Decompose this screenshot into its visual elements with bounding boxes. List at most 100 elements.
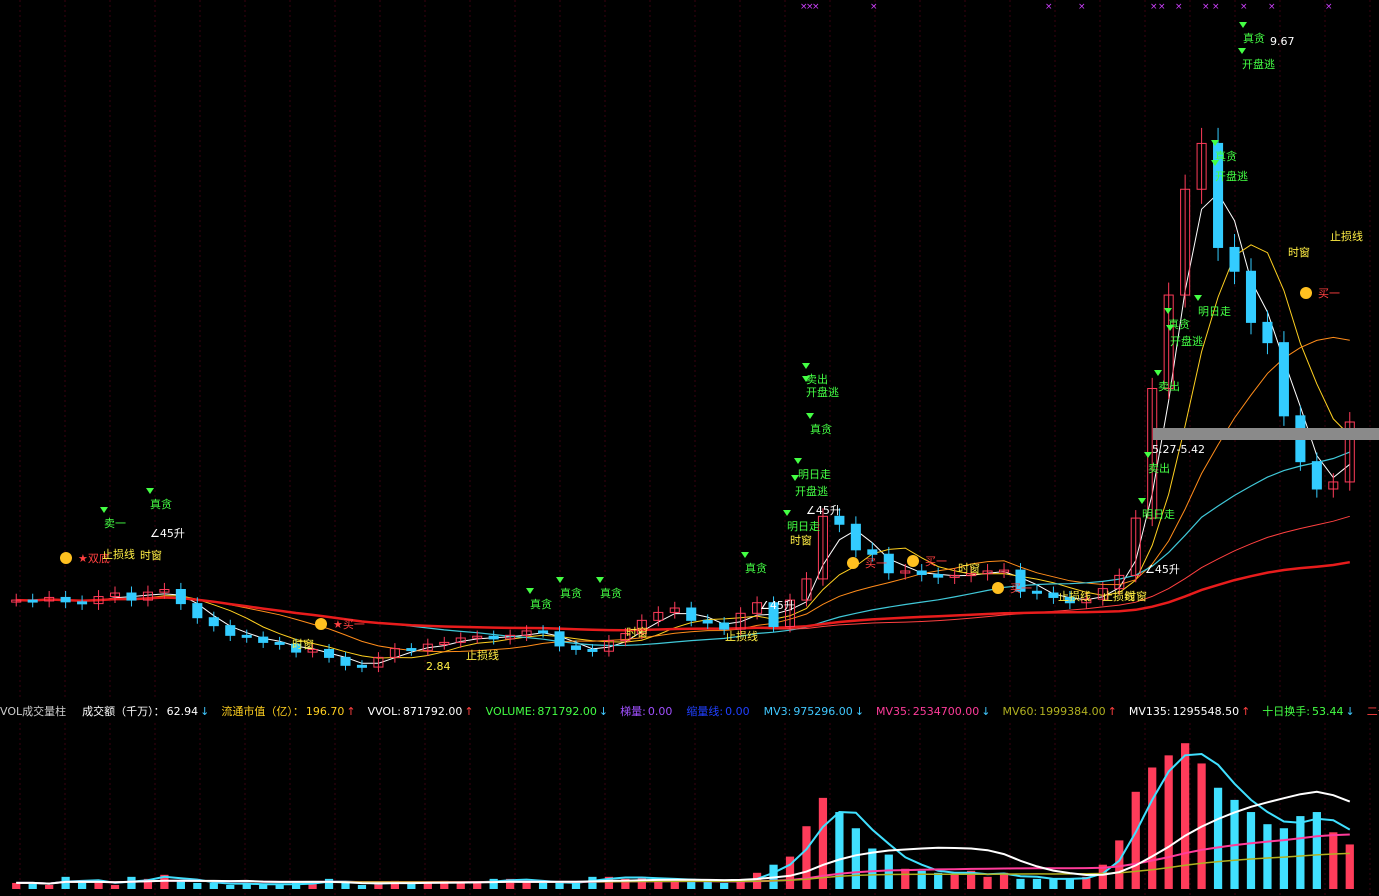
volume-bar[interactable] — [324, 878, 334, 889]
candle[interactable] — [77, 601, 88, 605]
volume-bar[interactable] — [1246, 812, 1256, 889]
candle[interactable] — [1311, 461, 1322, 490]
volume-bar[interactable] — [1065, 878, 1075, 889]
volume-bar[interactable] — [555, 882, 564, 889]
ma-orange-line — [16, 336, 1350, 653]
candle[interactable] — [208, 617, 219, 627]
candle[interactable] — [1245, 270, 1257, 323]
signal-label: 卖出 — [1148, 461, 1170, 475]
candle[interactable] — [225, 625, 236, 636]
candle[interactable] — [850, 523, 861, 551]
candle[interactable] — [175, 589, 186, 605]
sell-arrow-icon — [741, 552, 749, 558]
volume-bar[interactable] — [1131, 791, 1140, 889]
coin-icon — [1300, 287, 1312, 299]
volume-bar[interactable] — [357, 884, 367, 889]
candle[interactable] — [1048, 592, 1059, 598]
signal-label: 时窗 — [626, 625, 648, 639]
candle[interactable] — [686, 607, 697, 621]
volume-bar[interactable] — [950, 874, 959, 889]
volume-bar[interactable] — [209, 882, 218, 889]
volume-bar[interactable] — [94, 882, 103, 889]
volume-bar[interactable] — [456, 882, 465, 889]
volume-bar[interactable] — [1181, 743, 1190, 889]
candle[interactable] — [27, 599, 38, 603]
candle[interactable] — [192, 603, 203, 619]
volume-bar[interactable] — [999, 872, 1009, 889]
volume-chart-panel[interactable] — [0, 723, 1379, 895]
indicator-item: 流通市值（亿）： 196.70 ↑ — [221, 701, 357, 723]
volume-bar[interactable] — [901, 868, 910, 889]
volume-bar[interactable] — [1049, 878, 1058, 889]
volume-bar[interactable] — [835, 812, 844, 889]
volume-bar[interactable] — [538, 882, 548, 889]
volume-bar[interactable] — [868, 848, 877, 890]
candle[interactable] — [258, 636, 269, 643]
volume-bar[interactable] — [1148, 767, 1157, 890]
candle[interactable] — [702, 619, 713, 624]
volume-bar[interactable] — [259, 884, 268, 889]
volume-bar[interactable] — [1345, 844, 1354, 889]
volume-bar[interactable] — [1263, 824, 1272, 889]
candle[interactable] — [406, 648, 417, 652]
volume-bar[interactable] — [637, 876, 646, 889]
volume-bar[interactable] — [588, 876, 597, 889]
candle[interactable] — [340, 656, 351, 666]
candle[interactable] — [867, 549, 878, 555]
indicator-item: 十日换手: 53.44 ↓ — [1262, 701, 1356, 723]
candle[interactable] — [1278, 342, 1289, 417]
volume-bar[interactable] — [1016, 878, 1025, 889]
volume-bar[interactable] — [45, 884, 54, 889]
volume-bar[interactable] — [341, 882, 350, 889]
volume-bar[interactable] — [884, 854, 893, 889]
volume-bar[interactable] — [127, 876, 136, 889]
volume-bar[interactable] — [226, 884, 235, 889]
signal-label: 时窗 — [958, 561, 980, 575]
volume-bar[interactable] — [934, 872, 943, 889]
candle[interactable] — [274, 641, 285, 645]
volume-bar[interactable] — [983, 876, 992, 889]
volume-bar[interactable] — [473, 882, 482, 889]
candle[interactable] — [834, 515, 845, 525]
candle[interactable] — [60, 596, 71, 603]
volume-bar[interactable] — [110, 884, 120, 889]
candle[interactable] — [1229, 246, 1240, 272]
candle[interactable] — [1031, 590, 1042, 594]
candle[interactable] — [916, 570, 927, 576]
signal-label: ∠45升 — [1145, 563, 1180, 576]
signal-label: ∠45升 — [760, 599, 795, 612]
candle[interactable] — [126, 592, 137, 601]
volume-bar[interactable] — [1296, 816, 1305, 889]
top-marker: × — [1325, 2, 1333, 12]
volume-bar[interactable] — [1329, 832, 1338, 889]
volume-bar[interactable] — [1032, 878, 1042, 889]
candle[interactable] — [719, 622, 730, 630]
signal-label: 止损线 — [466, 648, 499, 662]
candle[interactable] — [356, 664, 367, 668]
price-chart-panel[interactable]: ××× × × × × × × × × × × ×卖一真贪∠45升★双底止损线 时窗时窗★买一2.84止… — [0, 0, 1379, 700]
volume-bar[interactable] — [1115, 840, 1124, 889]
volume-bar[interactable] — [917, 870, 926, 889]
volume-bar[interactable] — [275, 884, 284, 889]
volume-bar[interactable] — [193, 882, 202, 889]
volume-bar[interactable] — [1312, 812, 1321, 889]
volume-bar[interactable] — [176, 880, 185, 889]
volume-bar[interactable] — [720, 882, 729, 889]
candle[interactable] — [324, 648, 335, 658]
signal-label: 明日走 — [1142, 508, 1175, 521]
volume-bar[interactable] — [851, 828, 860, 889]
volume-bar[interactable] — [1213, 787, 1223, 889]
candle[interactable] — [1262, 321, 1273, 344]
candle[interactable] — [241, 634, 252, 638]
candle[interactable] — [933, 574, 944, 578]
candle[interactable] — [538, 630, 549, 634]
indicator-label: MV3: — [763, 705, 792, 718]
candle[interactable] — [587, 648, 598, 652]
volume-bar[interactable] — [1279, 828, 1289, 889]
sell-arrow-icon — [1194, 295, 1202, 301]
candle[interactable] — [554, 631, 565, 647]
indicator-label: 缩量线: — [686, 705, 724, 718]
candle[interactable] — [488, 635, 499, 640]
stock-chart[interactable]: × × × × × × × × × × × × × × 卖一 真贪 ∠45升 ★双底 止损线 时窗 时窗 ★买一 2.84 止… — [0, 0, 1379, 896]
candle[interactable] — [570, 645, 582, 650]
